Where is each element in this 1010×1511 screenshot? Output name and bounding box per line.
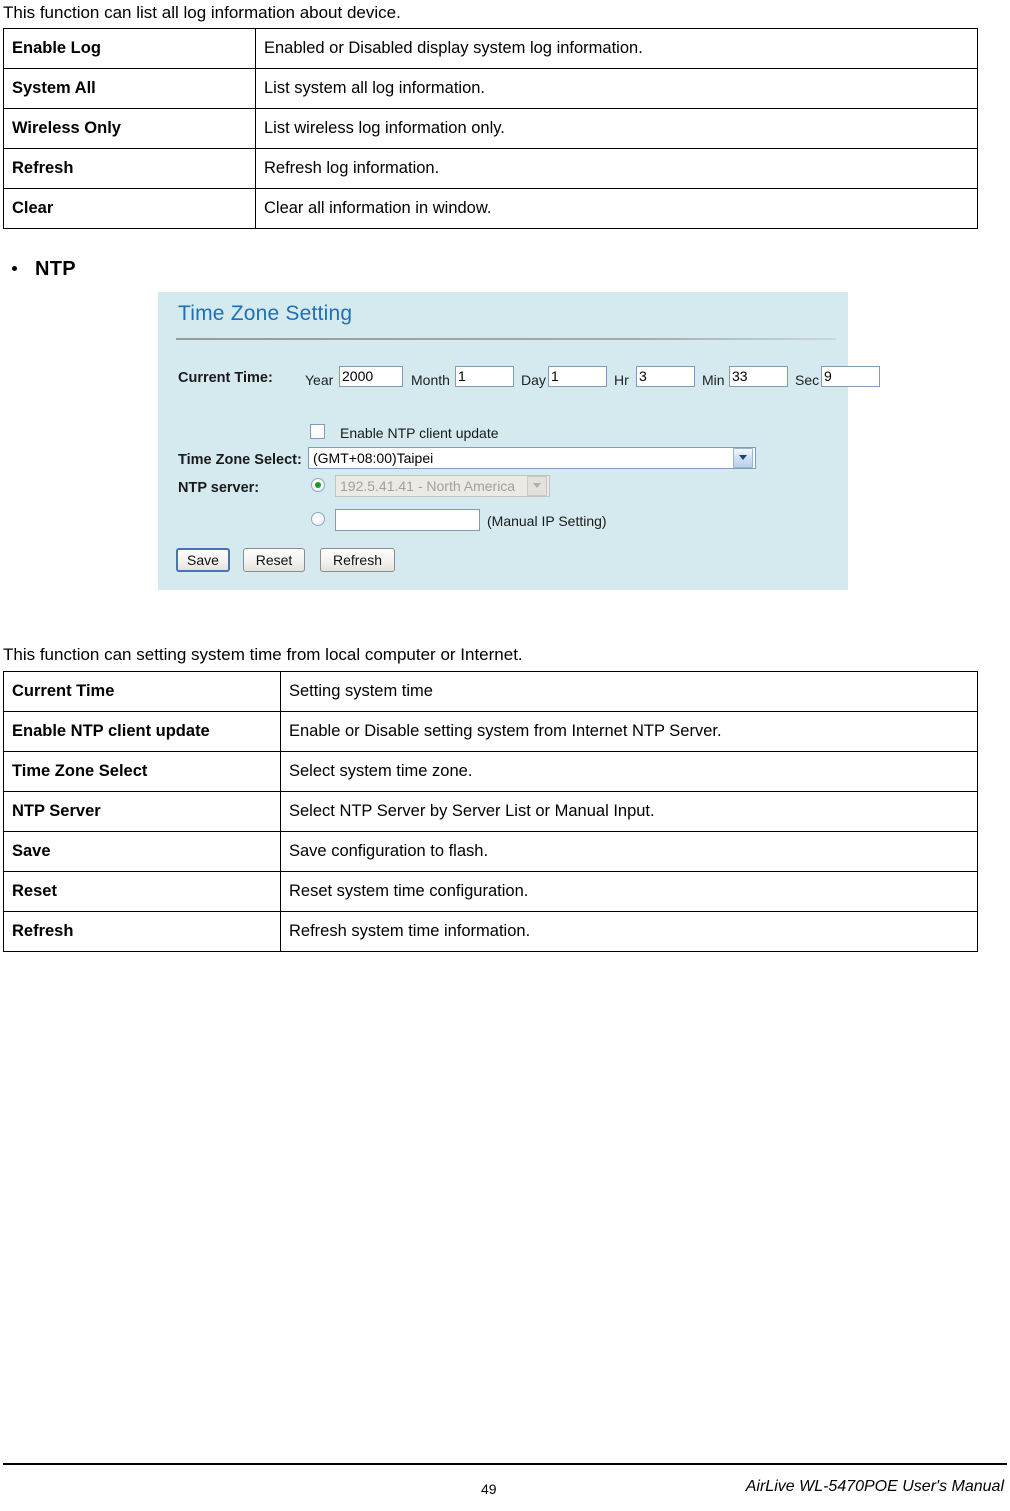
time-zone-select-label: Time Zone Select: — [178, 452, 302, 468]
table-cell-term: Wireless Only — [3, 108, 256, 149]
table-cell-definition: Setting system time — [280, 671, 978, 712]
save-button[interactable]: Save — [176, 548, 230, 572]
table-row: Clear Clear all information in window. — [3, 188, 978, 229]
enable-ntp-label: Enable NTP client update — [340, 425, 499, 441]
table-row: Current Time Setting system time — [3, 671, 978, 712]
ntp-description-table: Current Time Setting system time Enable … — [3, 671, 978, 952]
month-input[interactable]: 1 — [455, 366, 514, 387]
section-heading-ntp: NTP — [12, 258, 76, 281]
document-page: This function can list all log informati… — [0, 0, 1010, 1511]
table-cell-term: Refresh — [3, 148, 256, 189]
ntp-intro-text: This function can setting system time fr… — [3, 645, 523, 664]
table-row: NTP Server Select NTP Server by Server L… — [3, 791, 978, 832]
table-cell-term: NTP Server — [3, 791, 281, 832]
table-cell-definition: Save configuration to flash. — [280, 831, 978, 872]
refresh-button[interactable]: Refresh — [320, 548, 395, 572]
hour-input[interactable]: 3 — [636, 366, 695, 387]
table-cell-definition: List system all log information. — [255, 68, 978, 109]
table-cell-definition: Select system time zone. — [280, 751, 978, 792]
table-cell-term: Enable NTP client update — [3, 711, 281, 752]
ntp-server-manual-radio[interactable] — [311, 512, 325, 526]
table-row: Wireless Only List wireless log informat… — [3, 108, 978, 149]
table-cell-definition: Clear all information in window. — [255, 188, 978, 229]
log-table-body: Enable Log Enabled or Disabled display s… — [3, 28, 978, 229]
table-cell-term: System All — [3, 68, 256, 109]
section-heading-label: NTP — [35, 258, 76, 280]
table-cell-term: Enable Log — [3, 28, 256, 69]
table-row: Refresh Refresh log information. — [3, 148, 978, 189]
minute-label: Min — [702, 372, 725, 388]
panel-title-divider — [176, 338, 836, 340]
footer-manual-title: AirLive WL-5470POE User's Manual — [745, 1478, 1004, 1495]
reset-button[interactable]: Reset — [243, 548, 305, 572]
ntp-server-label: NTP server: — [178, 480, 260, 496]
table-cell-term: Current Time — [3, 671, 281, 712]
chevron-down-icon — [527, 476, 547, 496]
table-cell-term: Time Zone Select — [3, 751, 281, 792]
ntp-server-list-dropdown[interactable]: 192.5.41.41 - North America — [335, 475, 550, 497]
table-cell-term: Clear — [3, 188, 256, 229]
table-cell-term: Save — [3, 831, 281, 872]
enable-ntp-checkbox[interactable] — [310, 424, 325, 439]
month-label: Month — [411, 372, 450, 388]
table-cell-definition: Select NTP Server by Server List or Manu… — [280, 791, 978, 832]
bullet-dot-icon — [12, 266, 17, 271]
day-label: Day — [521, 372, 546, 388]
day-input[interactable]: 1 — [548, 366, 607, 387]
table-row: Reset Reset system time configuration. — [3, 871, 978, 912]
table-cell-term: Refresh — [3, 911, 281, 952]
page-number: 49 — [481, 1481, 497, 1497]
table-cell-definition: Enabled or Disabled display system log i… — [255, 28, 978, 69]
ntp-table-body: Current Time Setting system time Enable … — [3, 671, 978, 952]
second-input[interactable]: 9 — [821, 366, 880, 387]
table-cell-term: Reset — [3, 871, 281, 912]
ntp-server-list-radio[interactable] — [311, 478, 325, 492]
table-row: System All List system all log informati… — [3, 68, 978, 109]
footer-divider — [3, 1463, 1007, 1465]
log-description-table: Enable Log Enabled or Disabled display s… — [3, 28, 978, 229]
time-zone-select-dropdown[interactable]: (GMT+08:00)Taipei — [308, 447, 756, 469]
table-row: Save Save configuration to flash. — [3, 831, 978, 872]
table-cell-definition: Reset system time configuration. — [280, 871, 978, 912]
ntp-server-selected-value: 192.5.41.41 - North America — [340, 478, 516, 494]
year-input[interactable]: 2000 — [339, 366, 403, 387]
table-cell-definition: Refresh system time information. — [280, 911, 978, 952]
time-zone-selected-value: (GMT+08:00)Taipei — [313, 450, 434, 466]
time-zone-setting-panel: Time Zone Setting Current Time: Year 200… — [158, 292, 880, 590]
panel-title: Time Zone Setting — [178, 302, 353, 325]
log-intro-text: This function can list all log informati… — [3, 3, 401, 22]
ntp-server-manual-input[interactable] — [335, 509, 480, 531]
table-cell-definition: Enable or Disable setting system from In… — [280, 711, 978, 752]
manual-ip-setting-label: (Manual IP Setting) — [487, 513, 607, 529]
year-label: Year — [305, 372, 334, 388]
current-time-label: Current Time: — [178, 370, 273, 386]
minute-input[interactable]: 33 — [729, 366, 788, 387]
table-cell-definition: List wireless log information only. — [255, 108, 978, 149]
table-row: Enable NTP client update Enable or Disab… — [3, 711, 978, 752]
hour-label: Hr — [614, 372, 629, 388]
chevron-down-icon — [733, 448, 753, 468]
table-cell-definition: Refresh log information. — [255, 148, 978, 189]
table-row: Time Zone Select Select system time zone… — [3, 751, 978, 792]
table-row: Enable Log Enabled or Disabled display s… — [3, 28, 978, 69]
second-label: Sec — [795, 372, 820, 388]
table-row: Refresh Refresh system time information. — [3, 911, 978, 952]
